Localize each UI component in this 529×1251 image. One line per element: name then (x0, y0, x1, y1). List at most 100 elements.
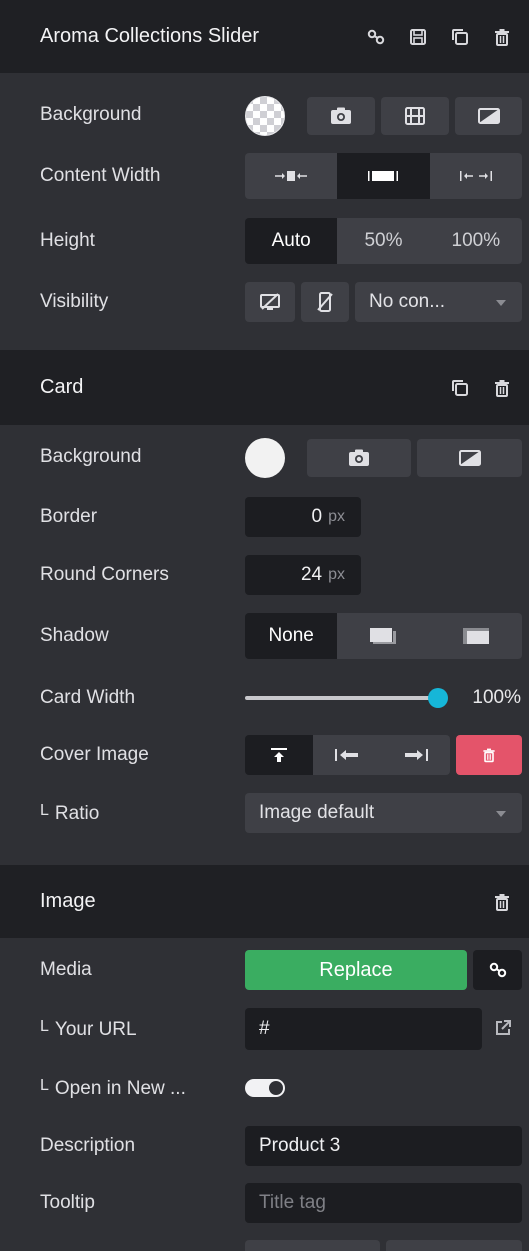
border-unit: px (328, 508, 345, 525)
shadow-large-icon (462, 628, 489, 644)
height-option-auto[interactable]: Auto (245, 218, 338, 264)
hide-desktop-button[interactable] (245, 282, 295, 322)
tooltip-input[interactable]: Title tag (245, 1183, 522, 1223)
round-corners-value: 24 (300, 564, 323, 585)
card-background-image-button[interactable] (307, 439, 411, 477)
ratio-select[interactable]: Image default (245, 793, 522, 833)
next-row-control-right[interactable] (386, 1240, 522, 1251)
content-width-narrow-option[interactable] (245, 153, 338, 199)
media-link-button[interactable] (473, 950, 522, 990)
url-label-text: Your URL (54, 1019, 137, 1040)
url-row: L Your URL # (0, 1008, 529, 1050)
replace-button[interactable]: Replace (245, 950, 467, 990)
tooltip-label: Tooltip (40, 1192, 95, 1213)
trash-icon (483, 748, 495, 763)
save-icon[interactable] (403, 22, 433, 52)
border-value: 0 (311, 506, 323, 527)
content-width-label: Content Width (40, 165, 161, 186)
content-width-selector (245, 153, 522, 199)
border-row: Border 0 px (0, 497, 529, 537)
slider-section-header: Aroma Collections Slider (0, 0, 529, 73)
cover-image-top-option[interactable] (245, 735, 314, 775)
shadow-option-small[interactable] (337, 613, 430, 659)
ratio-value: Image default (259, 802, 375, 823)
height-option-100[interactable]: 100% (429, 218, 522, 264)
slider-background-label: Background (40, 104, 142, 125)
slider-background-row: Background (0, 96, 529, 136)
visibility-condition-value: No con... (369, 291, 446, 312)
slider-section-title: Aroma Collections Slider (40, 25, 259, 47)
background-video-button[interactable] (381, 97, 449, 135)
card-width-slider-knob[interactable] (428, 688, 448, 708)
background-image-button[interactable] (307, 97, 375, 135)
shadow-selector: None (245, 613, 522, 659)
description-input[interactable]: Product 3 (245, 1126, 522, 1166)
ratio-row: L Ratio Image default (0, 793, 529, 833)
cover-image-right-option[interactable] (381, 735, 450, 775)
border-label: Border (40, 506, 98, 527)
cover-image-left-option[interactable] (313, 735, 382, 775)
new-tab-toggle[interactable] (245, 1079, 285, 1097)
round-corners-input[interactable]: 24 px (245, 555, 361, 595)
shadow-option-large[interactable] (429, 613, 522, 659)
full-block-icon (368, 171, 399, 181)
image-section-title: Image (40, 890, 96, 912)
description-row: Description Product 3 (0, 1126, 529, 1166)
round-corners-label: Round Corners (40, 564, 169, 585)
transparent-color-swatch[interactable] (245, 96, 285, 136)
chevron-down-icon (496, 300, 506, 306)
hide-mobile-button[interactable] (301, 282, 349, 322)
film-icon (405, 107, 425, 125)
visibility-condition-select[interactable]: No con... (355, 282, 522, 322)
description-label: Description (40, 1135, 136, 1156)
cover-image-label: Cover Image (40, 744, 149, 765)
duplicate-icon[interactable] (445, 373, 475, 403)
duplicate-icon[interactable] (445, 22, 475, 52)
content-width-full-option[interactable] (429, 153, 522, 199)
ratio-label: L Ratio (40, 802, 99, 825)
card-width-slider-track[interactable] (245, 696, 435, 700)
new-tab-label-text: Open in New ... (54, 1078, 186, 1099)
image-section-header: Image (0, 865, 529, 938)
card-section-header: Card (0, 350, 529, 425)
ratio-prefix: L (40, 802, 49, 819)
trash-icon[interactable] (487, 887, 517, 917)
cover-image-delete-button[interactable] (456, 735, 522, 775)
border-input[interactable]: 0 px (245, 497, 361, 537)
cover-image-row: Cover Image (0, 735, 529, 775)
shadow-option-none[interactable]: None (245, 613, 338, 659)
height-option-50[interactable]: 50% (337, 218, 430, 264)
hide-desktop-icon (260, 293, 280, 310)
align-left-icon (335, 749, 359, 761)
next-row-control-left[interactable] (245, 1240, 380, 1251)
camera-icon (349, 449, 369, 466)
cover-image-position-selector (245, 735, 450, 775)
external-link-icon[interactable] (494, 1019, 512, 1037)
card-background-color-swatch[interactable] (245, 438, 285, 478)
gradient-icon (458, 450, 481, 466)
card-background-gradient-button[interactable] (417, 439, 522, 477)
url-label: L Your URL (40, 1018, 137, 1041)
link-icon[interactable] (361, 22, 391, 52)
url-prefix: L (40, 1018, 49, 1035)
arrows-in-icon (275, 171, 308, 181)
media-label: Media (40, 959, 92, 980)
shadow-label: Shadow (40, 625, 109, 646)
chevron-down-icon (496, 811, 506, 817)
new-tab-prefix: L (40, 1077, 49, 1094)
visibility-label: Visibility (40, 291, 109, 312)
content-width-default-option[interactable] (337, 153, 430, 199)
description-value: Product 3 (259, 1135, 341, 1156)
card-width-label: Card Width (40, 687, 136, 708)
gradient-icon (477, 108, 500, 124)
background-gradient-button[interactable] (455, 97, 522, 135)
card-background-row: Background (0, 438, 529, 478)
camera-icon (331, 107, 351, 124)
url-input[interactable]: # (245, 1008, 482, 1050)
new-tab-label: L Open in New ... (40, 1077, 186, 1100)
trash-icon[interactable] (487, 22, 517, 52)
align-top-icon (271, 748, 288, 762)
shadow-row: Shadow None (0, 613, 529, 659)
height-row: Height Auto 50% 100% (0, 218, 529, 264)
trash-icon[interactable] (487, 373, 517, 403)
